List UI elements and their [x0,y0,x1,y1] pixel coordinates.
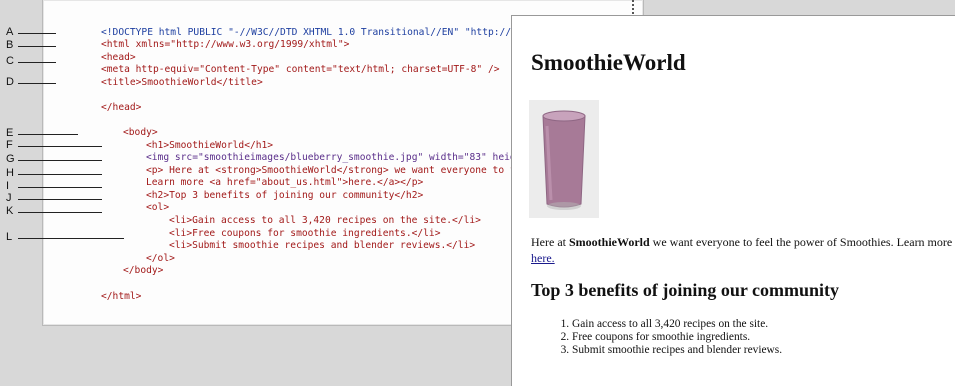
callout-letter: H [6,167,14,179]
callout-leader-line [18,199,102,200]
benefits-heading: Top 3 benefits of joining our community [531,280,840,300]
benefits-list: Gain access to all 3,420 recipes on the … [532,318,782,356]
page-heading: SmoothieWorld [531,50,686,75]
callout-letter: L [6,231,13,243]
intro-paragraph: Here at SmoothieWorld we want everyone t… [531,234,955,266]
blueberry-smoothie-image [529,100,599,218]
callout-leader-line [18,187,102,188]
code-line-body-open: <body> [123,127,158,138]
intro-text-start: Here at [531,235,569,249]
callout-letter: B [6,39,14,51]
callout-leader-line [18,146,102,147]
code-line-meta: <meta http-equiv="Content-Type" content=… [101,64,500,75]
code-line-body-close: </body> [123,265,164,276]
callout-leader-line [18,83,56,84]
list-item: Free coupons for smoothie ingredients. [572,331,782,344]
code-line-ol-close: </ol> [146,253,175,264]
callout-letter: D [6,76,14,88]
callout-letter: F [6,139,13,151]
code-line-html-close: </html> [101,291,142,302]
code-line-h2: <h2>Top 3 benefits of joining our commun… [146,190,424,201]
code-line-doctype: <!DOCTYPE html PUBLIC "-//W3C//DTD XHTML… [101,27,558,38]
code-line-learn-more: Learn more <a href="about_us.html">here.… [146,177,424,188]
source-code: <!DOCTYPE html PUBLIC "-//W3C//DTD XHTML… [101,0,557,302]
callout-letter: G [6,153,15,165]
callout-letter: C [6,55,14,67]
code-line-title: <title>SmoothieWorld</title> [101,77,263,88]
code-line-li-1: <li>Gain access to all 3,420 recipes on … [169,215,481,226]
callout-leader-line [18,160,102,161]
callout-leader-line [18,174,102,175]
code-line-p: <p> Here at <strong>SmoothieWorld</stron… [146,165,557,176]
callout-letter: E [6,127,14,139]
code-line-li-2: <li>Free coupons for smoothie ingredient… [169,228,441,239]
callout-leader-line [18,212,102,213]
list-item: Submit smoothie recipes and blender revi… [572,344,782,357]
callout-letter: J [6,192,12,204]
code-line-head-open: <head> [101,52,136,63]
callout-letter: A [6,26,14,38]
callout-letter: K [6,205,14,217]
callout-leader-line [18,134,78,135]
here-link[interactable]: here. [531,251,555,265]
list-item: Gain access to all 3,420 recipes on the … [572,318,782,331]
code-line-li-3: <li>Submit smoothie recipes and blender … [169,240,476,251]
code-line-html-open: <html xmlns="http://www.w3.org/1999/xhtm… [101,39,350,50]
callout-leader-line [18,238,124,239]
callout-leader-line [18,33,56,34]
code-line-h1: <h1>SmoothieWorld</h1> [146,140,274,151]
code-line-ol-open: <ol> [146,202,170,213]
code-line-head-close: </head> [101,102,142,113]
callout-leader-line [18,62,56,63]
smoothie-glass-icon [529,100,599,218]
callout-leader-line [18,46,56,47]
intro-text-rest: we want everyone to feel the power of Sm… [649,235,953,249]
callout-letter: I [6,180,10,192]
brand-name: SmoothieWorld [568,235,650,249]
code-line-img: <img src="smoothieimages/blueberry_smoot… [146,152,557,163]
browser-preview: SmoothieWorld Here at SmoothieWorld we w… [511,15,955,386]
